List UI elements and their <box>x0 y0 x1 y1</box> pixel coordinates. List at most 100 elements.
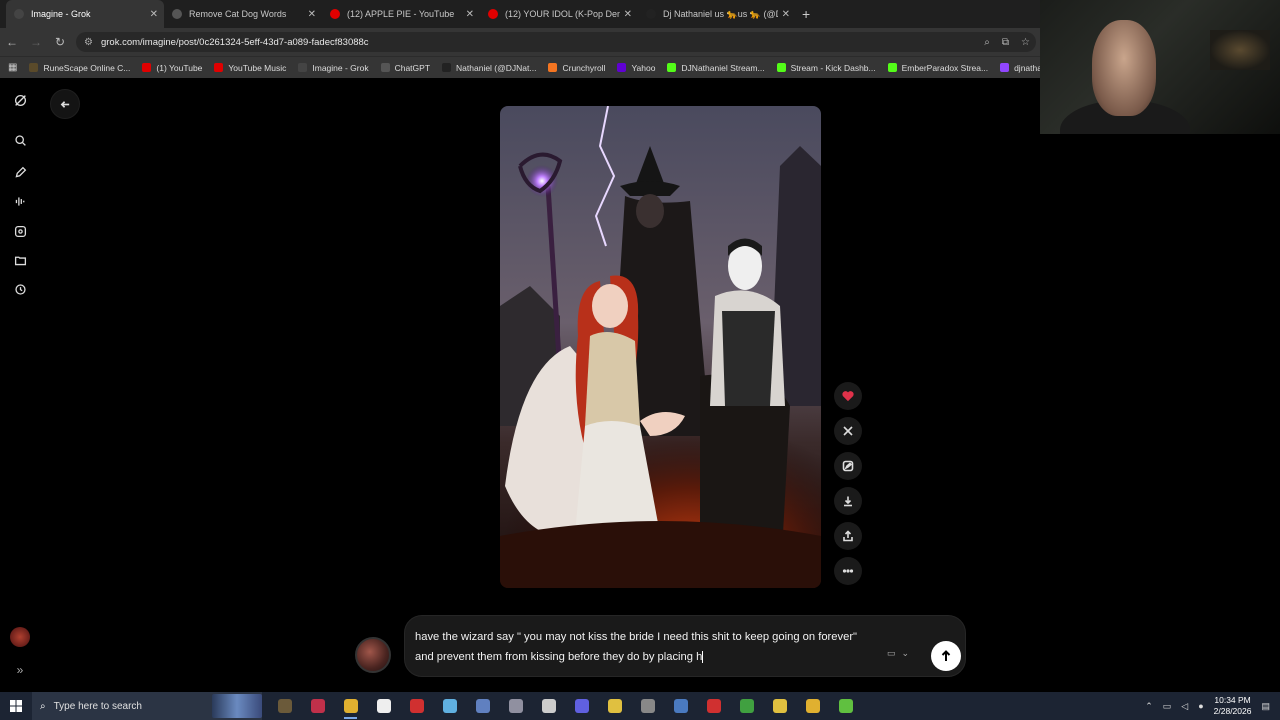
reference-image-thumbnail[interactable] <box>355 637 391 673</box>
browser-tab[interactable]: Remove Cat Dog Words ✕ <box>164 0 322 28</box>
bookmark-item[interactable]: ChatGPT <box>380 62 431 73</box>
volume-icon[interactable]: ◁ <box>1181 701 1188 712</box>
close-tab-icon[interactable]: ✕ <box>782 9 790 20</box>
app-15[interactable] <box>730 692 763 720</box>
bookmark-label: Yahoo <box>631 62 656 73</box>
voice-icon[interactable] <box>10 191 30 211</box>
app-18-icon <box>838 699 853 713</box>
new-tab-icon[interactable]: + <box>802 6 810 22</box>
explorer-app[interactable] <box>796 692 829 720</box>
close-tab-icon[interactable]: ✕ <box>150 9 158 20</box>
grok-logo-icon[interactable] <box>10 90 30 110</box>
browser-tab[interactable]: (12) APPLE PIE - YouTube ✕ <box>322 0 480 28</box>
bookmarks-bar: ▦ RuneScape Online C... (1) YouTube YouTub… <box>0 56 1040 78</box>
chrome-app[interactable] <box>334 692 367 720</box>
bookmark-favicon-icon <box>887 63 897 72</box>
recorder-app[interactable] <box>400 692 433 720</box>
app-8[interactable] <box>499 692 532 720</box>
bookmark-item[interactable]: (1) YouTube <box>142 63 202 73</box>
profile-avatar[interactable] <box>10 627 30 647</box>
close-tab-icon[interactable]: ✕ <box>466 9 474 20</box>
x-share-icon[interactable] <box>834 417 862 445</box>
folder-icon[interactable] <box>10 250 30 270</box>
bookmark-label: Stream - Kick Dashb... <box>790 62 876 73</box>
browser-tab[interactable]: (12) YOUR IDOL (K-Pop Demon ✕ <box>480 0 638 28</box>
network-icon[interactable]: ▭ <box>1163 701 1172 712</box>
download-icon[interactable] <box>834 487 862 515</box>
app-7[interactable] <box>466 692 499 720</box>
back-button[interactable] <box>50 89 80 119</box>
notifications-icon[interactable]: ▤ <box>1261 701 1270 712</box>
app-7-icon <box>475 699 490 713</box>
reload-icon[interactable]: ↻ <box>48 35 72 49</box>
close-tab-icon[interactable]: ✕ <box>308 9 316 20</box>
bookmark-favicon-icon <box>617 63 627 72</box>
windows-start-button[interactable] <box>0 692 32 720</box>
video-mode-selector[interactable]: ▭ ⌄ <box>887 648 909 659</box>
app-12[interactable] <box>631 692 664 720</box>
edit-icon[interactable] <box>10 162 30 182</box>
app-18[interactable] <box>829 692 862 720</box>
microphone-icon[interactable]: ● <box>1198 701 1203 711</box>
clock[interactable]: 10:34 PM 2/28/2026 <box>1214 695 1252 717</box>
runescape-app-icon <box>277 699 292 713</box>
capcut-app[interactable] <box>367 692 400 720</box>
zoom-icon[interactable]: ⌕ <box>984 37 990 48</box>
arrow-left-icon <box>60 100 69 108</box>
app-14-icon <box>706 699 721 713</box>
bookmark-item[interactable]: Nathaniel (@DJNat... <box>442 63 536 73</box>
site-info-icon[interactable]: ⚙ <box>84 37 93 48</box>
calculator-app-icon <box>673 699 688 713</box>
install-icon[interactable]: ⧉ <box>1002 37 1009 48</box>
bookmark-favicon-icon <box>298 63 308 72</box>
bookmark-favicon-icon <box>214 63 224 72</box>
share-icon[interactable] <box>834 522 862 550</box>
app-11[interactable] <box>598 692 631 720</box>
bookmark-item[interactable]: DJNathaniel Stream... <box>667 63 765 73</box>
generated-image[interactable] <box>500 106 821 588</box>
notepad-app[interactable] <box>433 692 466 720</box>
apps-grid-icon[interactable]: ▦ <box>8 62 17 73</box>
address-toolbar: ← → ↻ ⚙ grok.com/imagine/post/0c261324-5… <box>0 28 1040 56</box>
app-16[interactable] <box>763 692 796 720</box>
chevron-up-icon[interactable]: ⌃ <box>1145 701 1153 712</box>
bookmark-item[interactable]: YouTube Music <box>214 63 286 73</box>
bookmark-label: ChatGPT <box>394 62 431 73</box>
edit-image-icon[interactable] <box>834 452 862 480</box>
app-8-icon <box>508 699 523 713</box>
settings-app[interactable] <box>532 692 565 720</box>
send-button[interactable] <box>931 641 961 671</box>
runescape-app[interactable] <box>268 692 301 720</box>
browser-tab[interactable]: Imagine - Grok ✕ <box>6 0 164 28</box>
history-icon[interactable] <box>10 279 30 299</box>
url-field[interactable]: ⚙ grok.com/imagine/post/0c261324-5eff-43… <box>76 32 1036 52</box>
bookmark-item[interactable]: EmberParadox Strea... <box>887 63 988 73</box>
bookmark-favicon-icon <box>548 63 558 72</box>
prompt-text-wrap[interactable]: have the wizard say " you may not kiss t… <box>415 627 870 667</box>
bookmark-star-icon[interactable]: ☆ <box>1021 37 1030 48</box>
taskbar-search[interactable]: ⌕ Type here to search <box>32 692 262 720</box>
bookmark-label: RuneScape Online C... <box>43 62 131 73</box>
search-icon[interactable] <box>10 130 30 150</box>
heart-icon[interactable] <box>834 382 862 410</box>
bookmark-item[interactable]: Crunchyroll <box>548 63 605 73</box>
bookmark-item[interactable]: Yahoo <box>617 63 655 73</box>
app-14[interactable] <box>697 692 730 720</box>
opera-app[interactable] <box>301 692 334 720</box>
app-10[interactable] <box>565 692 598 720</box>
bookmark-item[interactable]: Stream - Kick Dashb... <box>776 62 876 73</box>
back-arrow-icon[interactable]: ← <box>0 35 24 49</box>
calculator-app[interactable] <box>664 692 697 720</box>
bookmark-item[interactable]: djnathanielrs3 - Twit... <box>1000 63 1040 73</box>
bookmark-item[interactable]: Imagine - Grok <box>298 63 369 73</box>
imagine-icon[interactable] <box>10 221 30 241</box>
bookmark-item[interactable]: RuneScape Online C... <box>29 63 130 73</box>
windows-logo-icon <box>10 700 22 712</box>
bookmark-favicon-icon <box>442 63 452 72</box>
browser-tab[interactable]: Dj Nathaniel us 🐆us 🐆 (@DJN ✕ <box>638 0 796 28</box>
close-tab-icon[interactable]: ✕ <box>624 9 632 20</box>
forward-arrow-icon[interactable]: → <box>24 35 48 49</box>
more-icon[interactable] <box>834 557 862 585</box>
prompt-input[interactable]: have the wizard say " you may not kiss t… <box>404 615 966 677</box>
expand-sidebar-icon[interactable]: » <box>10 660 30 680</box>
